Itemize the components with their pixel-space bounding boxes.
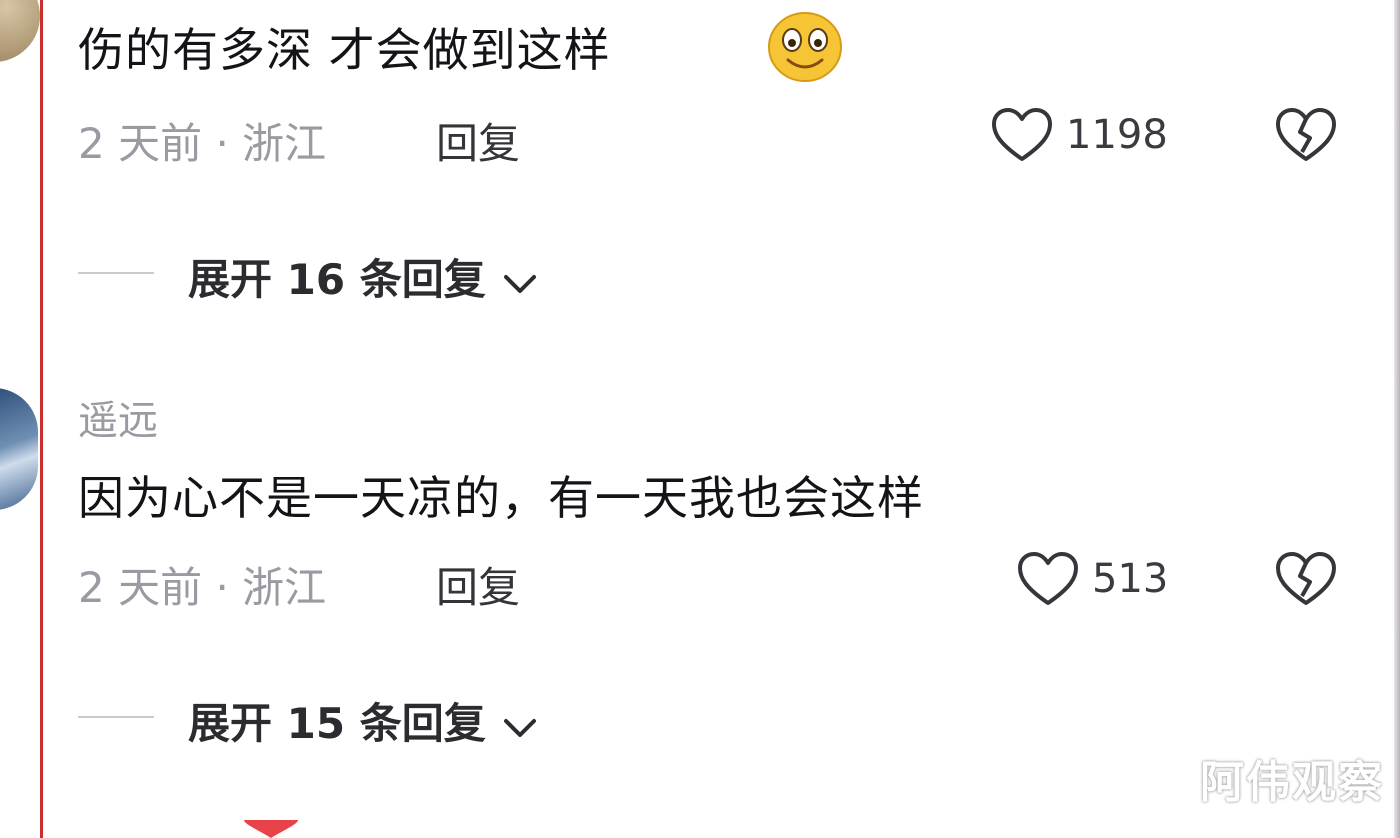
thread-divider — [78, 272, 154, 274]
heart-outline-icon[interactable] — [990, 106, 1054, 164]
expand-replies-label: 展开 16 条回复 — [188, 255, 486, 304]
expand-replies-button[interactable]: 展开 15 条回复 — [188, 690, 540, 751]
like-count: 1198 — [1066, 112, 1168, 158]
meta-separator: · — [215, 563, 229, 612]
comment-time: 2 天前 — [78, 119, 203, 168]
comment-time: 2 天前 — [78, 563, 203, 612]
watermark: 阿伟观察 — [1200, 757, 1384, 808]
comment-meta: 2 天前 · 浙江 — [78, 110, 326, 171]
comment-text: 因为心不是一天凉的，有一天我也会这样 — [78, 471, 924, 525]
reply-button[interactable]: 回复 — [436, 554, 520, 615]
chevron-down-icon — [504, 718, 537, 737]
reply-button[interactable]: 回复 — [436, 110, 520, 171]
comment-location: 浙江 — [242, 563, 327, 612]
expand-replies-button[interactable]: 展开 16 条回复 — [188, 246, 540, 307]
broken-heart-icon[interactable] — [1274, 550, 1338, 608]
comment-text: 伤的有多深 才会做到这样 — [78, 23, 611, 77]
thread-divider — [78, 716, 154, 718]
comment-username[interactable]: 遥远 — [78, 388, 158, 446]
meta-separator: · — [215, 119, 229, 168]
comment-meta: 2 天前 · 浙江 — [78, 554, 326, 615]
avatar[interactable] — [0, 388, 38, 510]
avatar[interactable] — [0, 0, 40, 62]
expand-replies-label: 展开 15 条回复 — [188, 699, 486, 748]
like-count: 513 — [1092, 556, 1169, 602]
frame-border — [40, 0, 43, 838]
broken-heart-icon[interactable] — [1274, 106, 1338, 164]
smiley-emoji-icon — [768, 12, 842, 82]
chevron-down-icon — [504, 274, 537, 293]
heart-outline-icon[interactable] — [1016, 550, 1080, 608]
heart-emoji-icon — [244, 820, 298, 838]
frame-edge — [1394, 0, 1400, 838]
comment-location: 浙江 — [242, 119, 327, 168]
